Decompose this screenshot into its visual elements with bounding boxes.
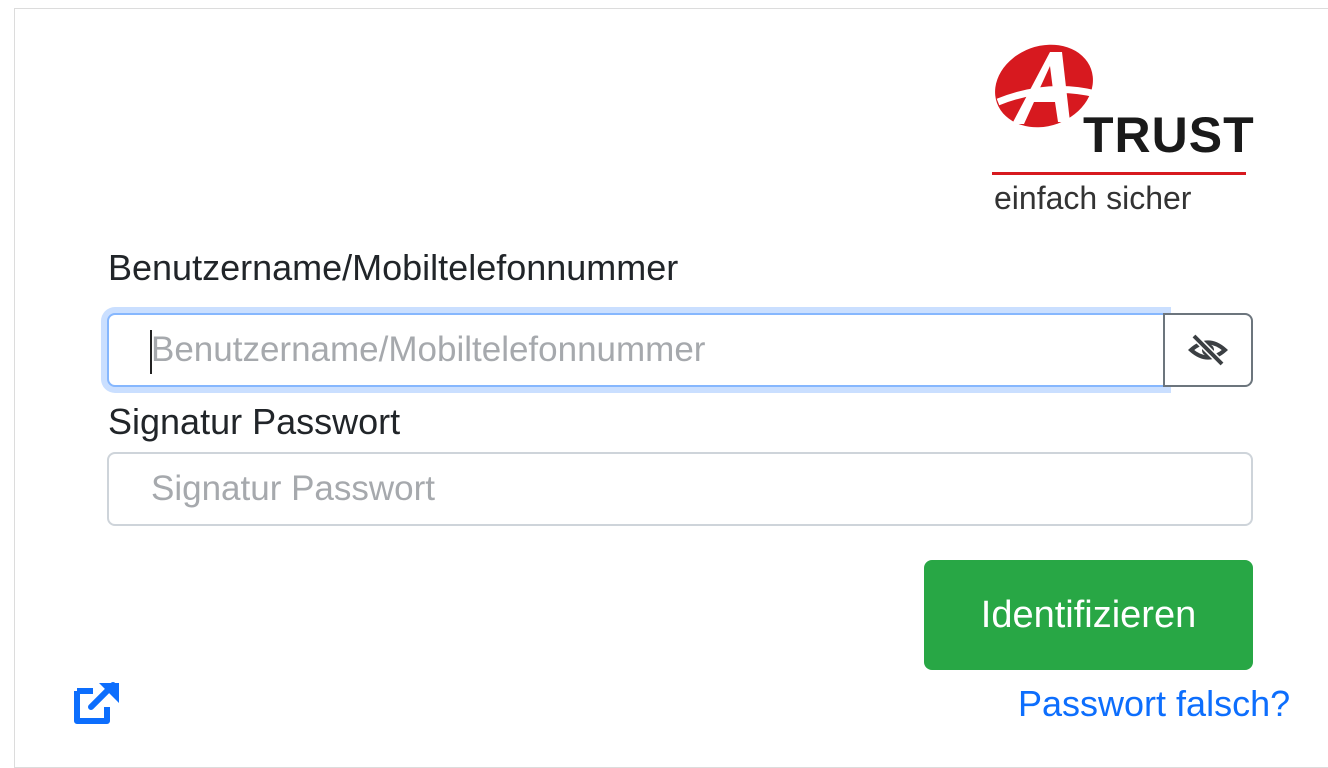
logo-brand-text: TRUST: [1083, 107, 1255, 163]
toggle-visibility-button[interactable]: [1163, 313, 1253, 387]
external-link-icon: [74, 682, 119, 724]
password-label: Signatur Passwort: [108, 401, 401, 442]
text-caret: [150, 330, 152, 374]
a-trust-logo: TRUST einfach sicher: [988, 42, 1254, 222]
a-trust-logo-mark: [995, 44, 1097, 128]
username-input[interactable]: [107, 313, 1165, 387]
logo-tagline: einfach sicher: [994, 180, 1192, 216]
eye-slash-icon: [1188, 333, 1228, 367]
password-input[interactable]: [107, 452, 1253, 526]
forgot-password-link[interactable]: Passwort falsch?: [1018, 686, 1290, 722]
username-label: Benutzername/Mobiltelefonnummer: [108, 247, 679, 288]
logo-underline: [992, 172, 1246, 175]
identify-button[interactable]: Identifizieren: [924, 560, 1253, 670]
external-link-button[interactable]: [73, 681, 123, 725]
username-input-group: [107, 313, 1253, 387]
